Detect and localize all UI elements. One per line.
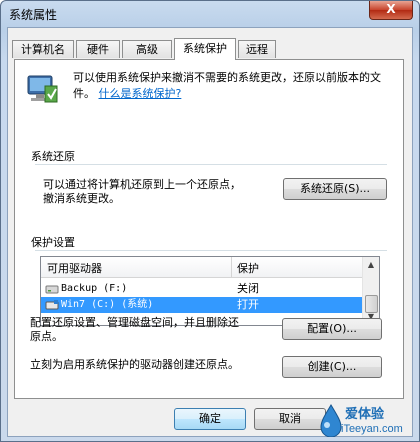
tab-advanced[interactable]: 高级: [122, 40, 172, 58]
drive-row-backup[interactable]: Backup (F:) 关闭: [41, 281, 363, 297]
what-is-system-protection-link[interactable]: 什么是系统保护?: [99, 87, 182, 100]
watermark-text: 爱体验: [345, 407, 385, 422]
system-restore-button[interactable]: 系统还原(S)...: [283, 178, 387, 200]
restore-description-line1: 可以通过将计算机还原到上一个还原点，: [43, 178, 241, 191]
create-button[interactable]: 创建(C)...: [282, 356, 382, 378]
configure-description: 配置还原设置、管理磁盘空间，并且删除还 原点。: [30, 316, 239, 344]
close-button[interactable]: X: [369, 1, 413, 20]
system-drive-icon: [45, 300, 59, 310]
scroll-up-arrow[interactable]: ▲: [363, 257, 379, 273]
system-protection-icon: [27, 75, 58, 103]
create-description: 立刻为启用系统保护的驱动器创建还原点。: [30, 358, 239, 371]
system-restore-divider: [35, 164, 387, 165]
column-divider[interactable]: [231, 257, 232, 277]
column-available-drives[interactable]: 可用驱动器: [47, 260, 102, 276]
droplet-icon: [320, 404, 342, 437]
system-properties-window: 系统属性 X 计算机名 硬件 高级 系统保护 远程 可以使用系统保护来撤消不需要…: [0, 0, 420, 442]
tab-hardware[interactable]: 硬件: [76, 40, 120, 58]
system-protection-panel: 可以使用系统保护来撤消不需要的系统更改，还原以前版本的文件。 什么是系统保护? …: [14, 59, 404, 399]
cancel-button[interactable]: 取消: [254, 408, 326, 430]
window-title: 系统属性: [9, 8, 58, 22]
protection-settings-divider: [35, 250, 387, 251]
watermark-logo: 爱体验 iTeeyan.com: [319, 401, 419, 441]
configure-description-line1: 配置还原设置、管理磁盘空间，并且删除还: [30, 316, 239, 329]
configure-description-line2: 原点。: [30, 330, 63, 343]
drive-name: Backup (F:): [61, 283, 128, 294]
restore-description: 可以通过将计算机还原到上一个还原点， 撤消系统更改。: [43, 178, 241, 206]
dialog-frame: 计算机名 硬件 高级 系统保护 远程 可以使用系统保护来撤消不需要的系统更改，还…: [7, 27, 413, 437]
title-bar: 系统属性 X: [1, 1, 419, 27]
drive-protection-status: 打开: [237, 298, 259, 311]
watermark-url: iTeeyan.com: [341, 423, 403, 435]
drive-name: Win7 (C:) (系统): [61, 299, 154, 310]
column-protection[interactable]: 保护: [237, 260, 259, 276]
drive-row-win7[interactable]: Win7 (C:) (系统) 打开: [41, 297, 363, 313]
intro-description: 可以使用系统保护来撤消不需要的系统更改，还原以前版本的文件。 什么是系统保护?: [73, 70, 393, 102]
ok-button[interactable]: 确定: [174, 408, 246, 430]
tab-system-protection[interactable]: 系统保护: [174, 38, 236, 60]
restore-description-line2: 撤消系统更改。: [43, 192, 120, 205]
configure-button[interactable]: 配置(O)...: [282, 318, 382, 340]
drive-list-header: 可用驱动器 保护: [41, 257, 363, 278]
drive-icon: [45, 285, 59, 294]
tab-remote[interactable]: 远程: [238, 40, 276, 58]
tab-computer-name[interactable]: 计算机名: [12, 40, 74, 58]
drive-list-scrollbar[interactable]: ▲ ▼: [362, 257, 379, 325]
protection-settings-heading: 保护设置: [31, 236, 75, 249]
system-restore-heading: 系统还原: [31, 150, 75, 163]
drive-protection-status: 关闭: [237, 282, 259, 295]
